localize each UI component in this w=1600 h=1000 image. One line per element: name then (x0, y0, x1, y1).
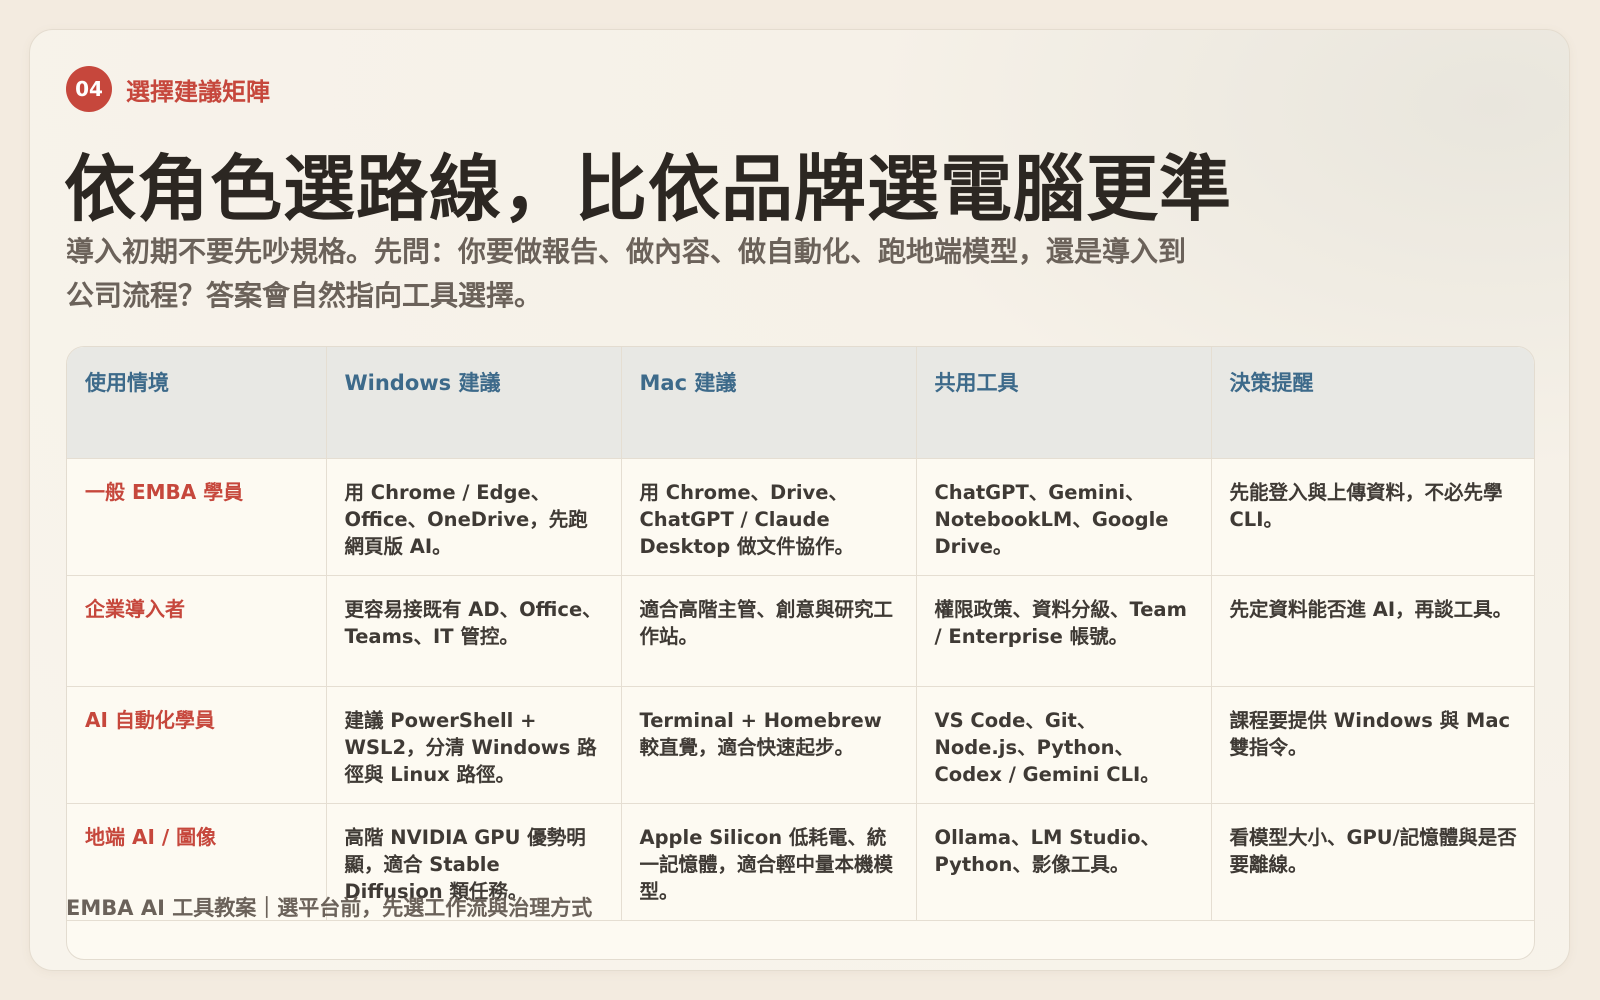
section-number-badge: 04 (66, 66, 112, 112)
shared-tools-cell: Ollama、LM Studio、Python、影像工具。 (916, 803, 1212, 921)
decision-note-cell: 先定資料能否進 AI，再談工具。 (1211, 575, 1534, 687)
shared-tools-cell: VS Code、Git、Node.js、Python、Codex / Gemin… (916, 686, 1212, 804)
header-row: 使用情境 Windows 建議 Mac 建議 共用工具 決策提醒 (67, 347, 1534, 459)
section-label: 選擇建議矩陣 (126, 77, 270, 106)
slide: 04 選擇建議矩陣 依角色選路線，比依品牌選電腦更準 導入初期不要先吵規格。先問… (29, 29, 1570, 971)
header-shared-tools: 共用工具 (916, 347, 1212, 459)
windows-cell: 建議 PowerShell + WSL2，分清 Windows 路徑與 Linu… (326, 686, 622, 804)
table-row: AI 自動化學員 建議 PowerShell + WSL2，分清 Windows… (67, 686, 1534, 804)
scenario-cell: AI 自動化學員 (67, 686, 327, 804)
scenario-cell: 一般 EMBA 學員 (67, 458, 327, 576)
decision-note-cell: 先能登入與上傳資料，不必先學 CLI。 (1211, 458, 1534, 576)
matrix-table: 使用情境 Windows 建議 Mac 建議 共用工具 決策提醒 一般 EMBA… (67, 347, 1534, 921)
scenario-cell: 企業導入者 (67, 575, 327, 687)
header-mac: Mac 建議 (621, 347, 917, 459)
mac-cell: Apple Silicon 低耗電、統一記憶體，適合輕中量本機模型。 (621, 803, 917, 921)
shared-tools-cell: ChatGPT、Gemini、NotebookLM、Google Drive。 (916, 458, 1212, 576)
decision-note-cell: 看模型大小、GPU/記憶體與是否要離線。 (1211, 803, 1534, 921)
mac-cell: 適合高階主管、創意與研究工作站。 (621, 575, 917, 687)
table-row: 一般 EMBA 學員 用 Chrome / Edge、Office、OneDri… (67, 458, 1534, 576)
page-title: 依角色選路線，比依品牌選電腦更準 (64, 147, 1233, 231)
table-row: 企業導入者 更容易接既有 AD、Office、Teams、IT 管控。 適合高階… (67, 575, 1534, 687)
header-windows: Windows 建議 (326, 347, 622, 459)
mac-cell: Terminal + Homebrew 較直覺，適合快速起步。 (621, 686, 917, 804)
header-decision-note: 決策提醒 (1211, 347, 1534, 459)
decision-note-cell: 課程要提供 Windows 與 Mac 雙指令。 (1211, 686, 1534, 804)
mac-cell: 用 Chrome、Drive、ChatGPT / Claude Desktop … (621, 458, 917, 576)
decision-matrix: 使用情境 Windows 建議 Mac 建議 共用工具 決策提醒 一般 EMBA… (66, 346, 1535, 960)
shared-tools-cell: 權限政策、資料分級、Team / Enterprise 帳號。 (916, 575, 1212, 687)
section-eyebrow: 04 選擇建議矩陣 (66, 66, 270, 112)
windows-cell: 用 Chrome / Edge、Office、OneDrive，先跑網頁版 AI… (326, 458, 622, 576)
lead-paragraph: 導入初期不要先吵規格。先問：你要做報告、做內容、做自動化、跑地端模型，還是導入到… (66, 235, 1187, 312)
header-scenario: 使用情境 (67, 347, 327, 459)
windows-cell: 更容易接既有 AD、Office、Teams、IT 管控。 (326, 575, 622, 687)
footer-caption: EMBA AI 工具教案｜選平台前，先選工作流與治理方式 (66, 896, 593, 920)
